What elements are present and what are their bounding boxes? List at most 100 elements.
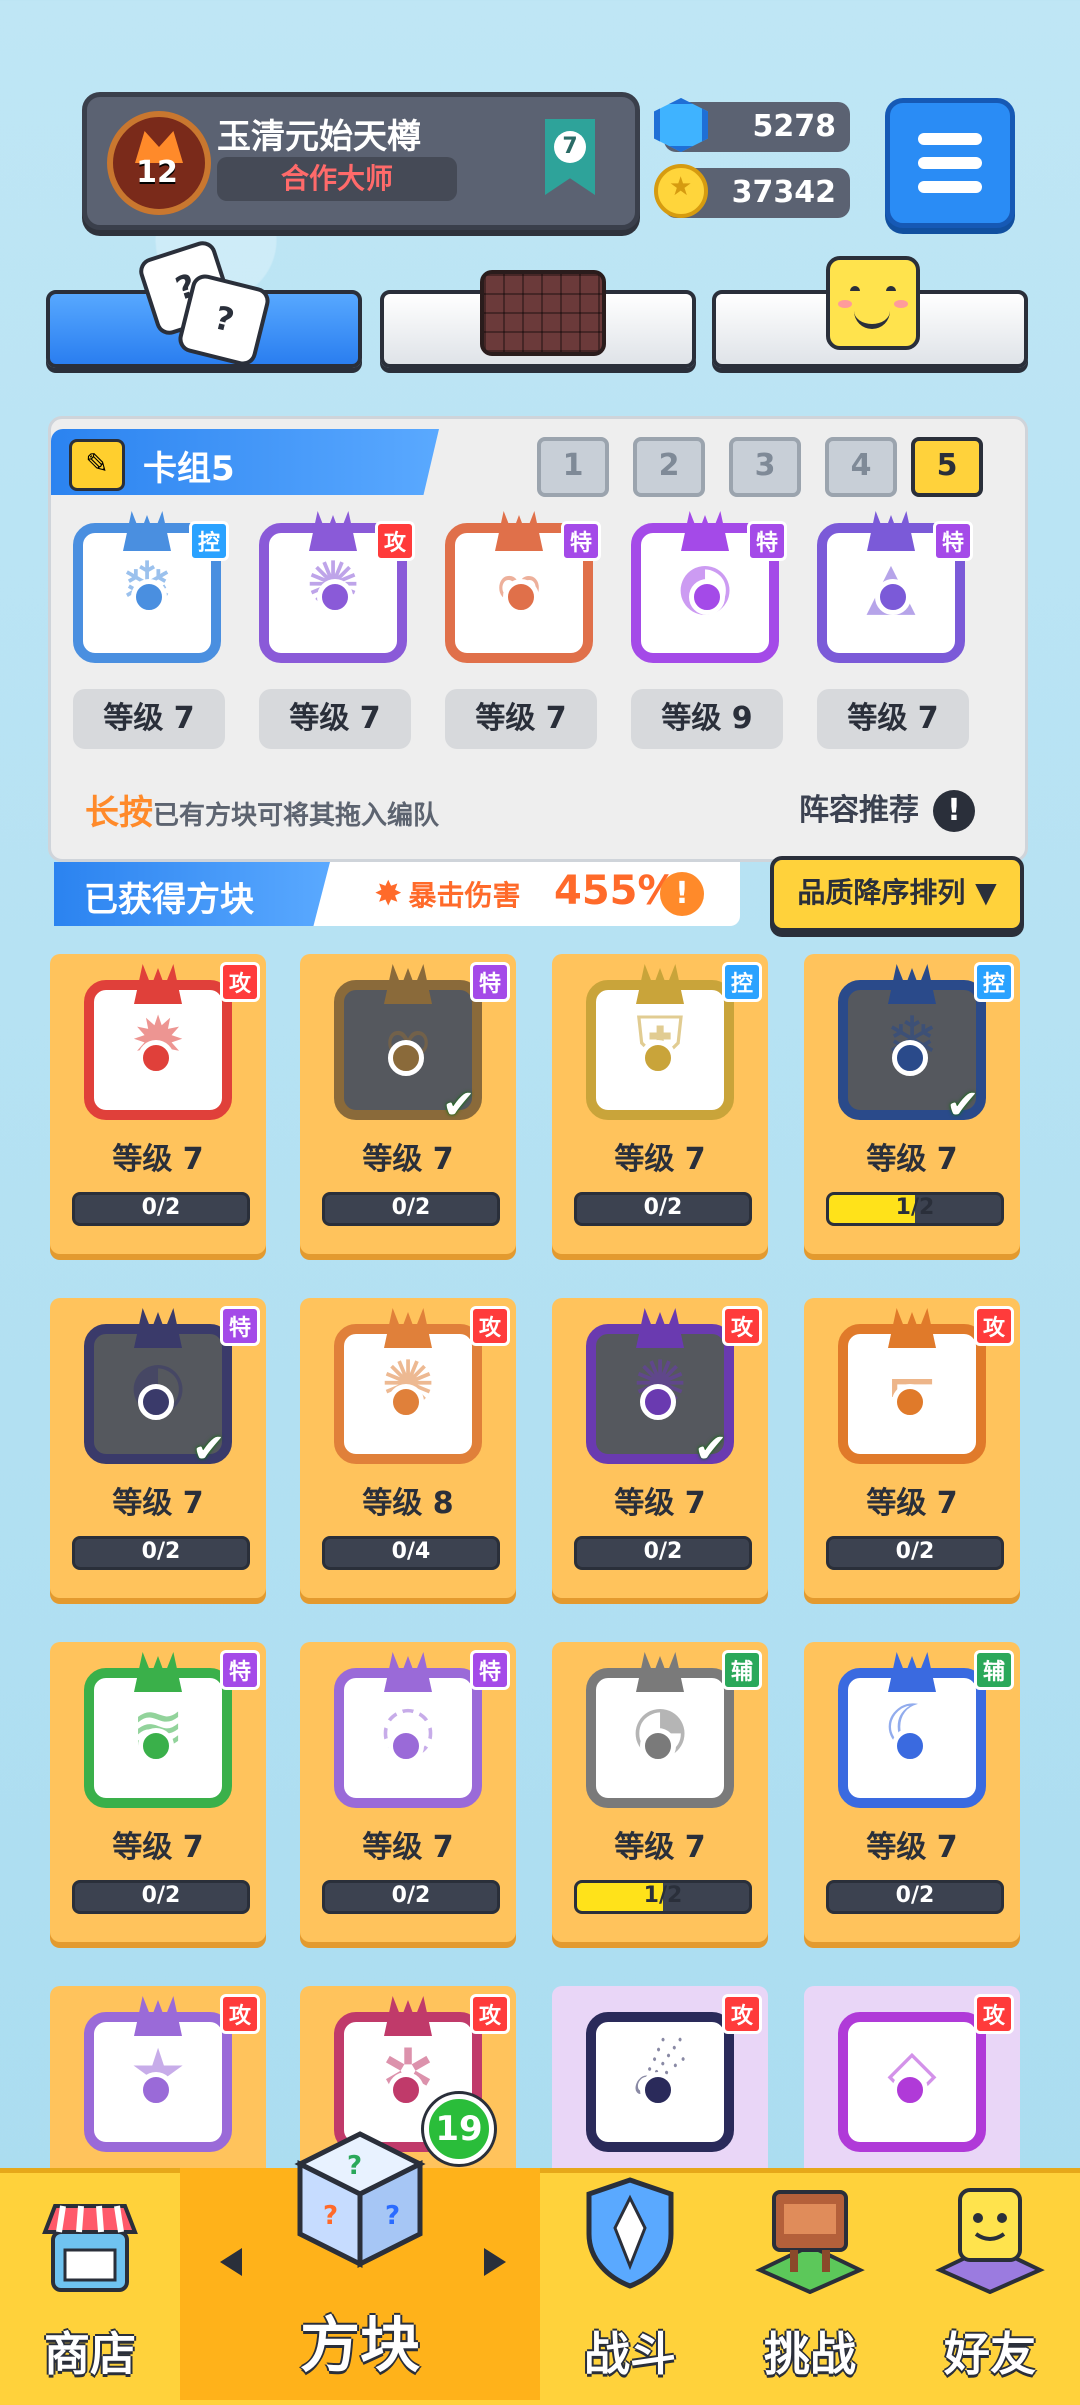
player-profile-panel[interactable]: 12 玉清元始天樽 合作大师 7: [82, 92, 640, 230]
deck-card-level: 等级 9: [631, 689, 783, 749]
nav-challenge[interactable]: 挑战: [720, 2168, 900, 2400]
dragon-horn-icon: [867, 511, 915, 551]
upgrade-progress-text: 0/2: [141, 1539, 181, 1564]
nav-next-arrow-icon[interactable]: [484, 2248, 506, 2276]
player-title: 合作大师: [217, 157, 457, 201]
shop-icon: [35, 2192, 145, 2302]
deck-card[interactable]: ∞特: [445, 511, 601, 667]
player-name: 玉清元始天樽: [217, 117, 421, 157]
block-card[interactable]: ⌐攻等级 7 0/2: [804, 1298, 1020, 1598]
recommend-label: 阵容推荐: [799, 793, 919, 828]
card-type-tag: 特: [561, 521, 601, 561]
upgrade-progress-bar: 0/2: [574, 1192, 752, 1226]
rank-ribbon-icon: 7: [545, 119, 595, 195]
deck-number-button[interactable]: 4: [825, 437, 897, 497]
nav-battle[interactable]: 战斗: [540, 2168, 720, 2400]
obtained-label: 已获得方块: [54, 862, 330, 926]
block-pip-icon: [138, 1040, 174, 1076]
block-pip-icon: [640, 1040, 676, 1076]
nav-shop[interactable]: 商店: [0, 2168, 180, 2400]
card-pip-icon: [131, 579, 167, 615]
block-level: 等级 7: [112, 1142, 204, 1177]
dragon-horn-icon: [888, 964, 936, 1004]
tab-board[interactable]: [380, 270, 696, 368]
block-type-tag: 辅: [974, 1650, 1014, 1690]
dice-icon: ?: [175, 271, 273, 369]
card-pip-icon: [689, 579, 725, 615]
dragon-horn-icon: [123, 511, 171, 551]
crit-damage-value: 455%: [554, 868, 678, 914]
block-card[interactable]: ❄✔控等级 7 1/2: [804, 954, 1020, 1254]
upgrade-progress-text: 0/2: [895, 1883, 935, 1908]
block-pip-icon: [640, 2072, 676, 2108]
lineup-recommend-button[interactable]: 阵容推荐!: [799, 785, 975, 832]
nav-friends[interactable]: 好友: [900, 2168, 1080, 2400]
block-card[interactable]: ☾辅等级 7 0/2: [804, 1642, 1020, 1942]
upgrade-progress-bar: 0/2: [826, 1536, 1004, 1570]
dragon-horn-icon: [309, 511, 357, 551]
gem-counter: 5278: [654, 98, 850, 152]
block-card[interactable]: ✺✔攻等级 7 0/2: [552, 1298, 768, 1598]
dragon-horn-icon: [134, 964, 182, 1004]
nav-friends-label: 好友: [944, 2327, 1036, 2381]
upgrade-progress-bar: 0/2: [322, 1880, 500, 1914]
crit-info-icon[interactable]: !: [660, 872, 704, 916]
block-type-tag: 控: [974, 962, 1014, 1002]
deck-name: 卡组5: [143, 449, 235, 489]
upgrade-progress-bar: 0/2: [72, 1192, 250, 1226]
block-card[interactable]: ∞✔特等级 7 0/2: [300, 954, 516, 1254]
block-card[interactable]: ✹攻等级 7 0/2: [50, 954, 266, 1254]
block-art: ≋: [74, 1652, 242, 1808]
block-art: ☾: [828, 1652, 996, 1808]
block-level: 等级 7: [362, 1142, 454, 1177]
block-type-tag: 特: [220, 1306, 260, 1346]
block-card[interactable]: ⛨控等级 7 0/2: [552, 954, 768, 1254]
upgrade-progress-text: 0/2: [643, 1195, 683, 1220]
deck-label[interactable]: ✎ 卡组5: [51, 429, 439, 495]
rank-number: 7: [554, 131, 586, 163]
tab-dice[interactable]: ? ?: [46, 237, 362, 369]
upgrade-progress-text: 1/2: [643, 1883, 683, 1908]
block-card[interactable]: ◔辅等级 7 1/2: [552, 1642, 768, 1942]
deck-panel: ✎ 卡组5 1 2 3 4 5 长按已有方块可将其拖入编队 阵容推荐! ❄控等级…: [48, 416, 1028, 862]
tab-emoji[interactable]: [712, 256, 1028, 368]
block-level: 等级 7: [866, 1486, 958, 1521]
deck-card[interactable]: ▲特: [817, 511, 973, 667]
block-art: ◌: [324, 1652, 492, 1808]
block-pip-icon: [138, 2072, 174, 2108]
block-pip-icon: [388, 2072, 424, 2108]
block-pip-icon: [892, 2072, 928, 2108]
sort-dropdown[interactable]: 品质降序排列 ▼: [770, 856, 1024, 932]
in-deck-check-icon: ✔: [192, 1426, 226, 1472]
card-pip-icon: [317, 579, 353, 615]
menu-button[interactable]: [885, 98, 1015, 228]
upgrade-progress-bar: 0/2: [322, 1192, 500, 1226]
gem-value: 5278: [752, 109, 837, 144]
deck-number-button[interactable]: 3: [729, 437, 801, 497]
deck-number-button[interactable]: 2: [633, 437, 705, 497]
block-pip-icon: [640, 1384, 676, 1420]
player-avatar: 12: [107, 111, 211, 215]
deck-number-button[interactable]: 1: [537, 437, 609, 497]
block-pip-icon: [892, 1040, 928, 1076]
upgrade-progress-text: 1/2: [895, 1195, 935, 1220]
dragon-horn-icon: [134, 1308, 182, 1348]
block-pip-icon: [892, 1384, 928, 1420]
block-card[interactable]: ≋特等级 7 0/2: [50, 1642, 266, 1942]
board-icon: [480, 270, 606, 356]
nav-prev-arrow-icon[interactable]: [220, 2248, 242, 2276]
upgrade-progress-text: 0/4: [391, 1539, 431, 1564]
hamburger-bar: [918, 157, 982, 169]
deck-number-button-active[interactable]: 5: [911, 437, 983, 497]
crit-damage-label: 暴击伤害: [374, 874, 521, 914]
deck-card[interactable]: ❄控: [73, 511, 229, 667]
block-pip-icon: [388, 1040, 424, 1076]
block-card[interactable]: ◐✔特等级 7 0/2: [50, 1298, 266, 1598]
deck-card[interactable]: ✺攻: [259, 511, 415, 667]
block-card[interactable]: ◌特等级 7 0/2: [300, 1642, 516, 1942]
friends-character-icon: [930, 2174, 1050, 2295]
nav-blocks[interactable]: ??? 方块: [180, 2131, 540, 2400]
blocks-cube-icon: ???: [285, 2124, 435, 2274]
block-card[interactable]: ✺攻等级 8 0/4: [300, 1298, 516, 1598]
deck-card[interactable]: ◐特: [631, 511, 787, 667]
